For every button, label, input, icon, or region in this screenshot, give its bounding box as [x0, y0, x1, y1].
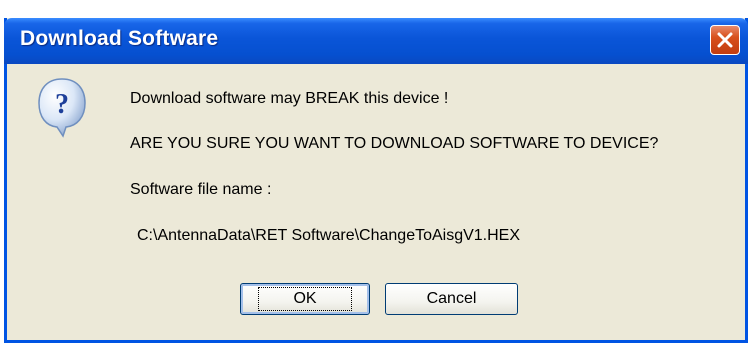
- title-bar[interactable]: Download Software: [4, 18, 748, 64]
- dialog-window: [4, 18, 748, 343]
- screen-background: [0, 0, 752, 18]
- file-name-label: Software file name :: [130, 181, 272, 198]
- svg-text:?: ?: [55, 89, 69, 120]
- ok-button-label: OK: [258, 287, 352, 311]
- close-icon: [717, 32, 733, 48]
- question-icon: ?: [36, 76, 88, 138]
- cancel-button[interactable]: Cancel: [385, 283, 518, 315]
- confirmation-question: ARE YOU SURE YOU WANT TO DOWNLOAD SOFTWA…: [130, 135, 659, 152]
- ok-button[interactable]: OK: [240, 283, 370, 315]
- cancel-button-label: Cancel: [426, 290, 477, 307]
- dialog-title: Download Software: [20, 27, 219, 50]
- close-button[interactable]: [710, 25, 740, 55]
- warning-message: Download software may BREAK this device …: [130, 90, 449, 107]
- file-path-value: C:\AntennaData\RET Software\ChangeToAisg…: [137, 227, 521, 244]
